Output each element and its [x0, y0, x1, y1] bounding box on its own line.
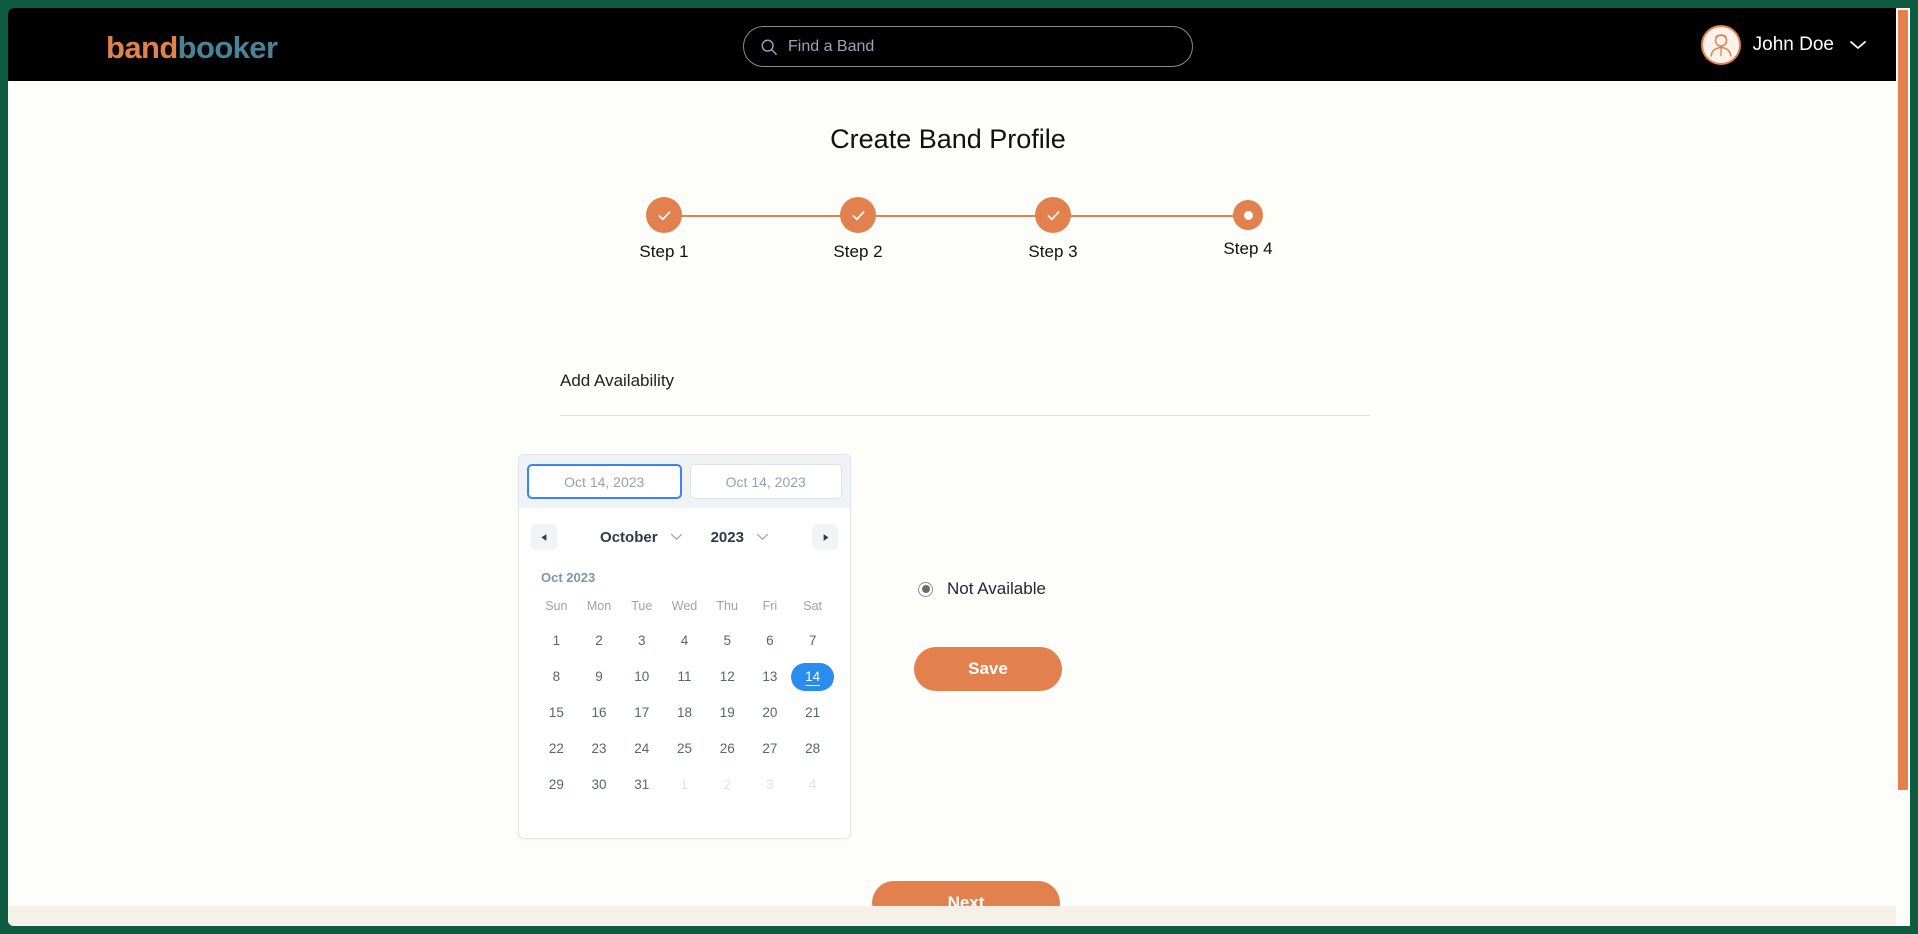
availability-option-row[interactable]: Not Available [918, 579, 1046, 599]
chevron-down-icon [670, 533, 682, 540]
check-icon [1047, 210, 1059, 220]
stepper-step-2-marker[interactable] [840, 197, 876, 233]
search-bar[interactable] [743, 26, 1193, 67]
stepper-step-1[interactable]: Step 1 [636, 191, 692, 262]
calendar-grid: Sun Mon Tue Wed Thu Fri Sat 1 2 3 4 5 6 … [535, 599, 834, 799]
check-icon [658, 210, 670, 220]
calendar-day-outside[interactable]: 2 [706, 771, 749, 799]
top-navigation-bar: bandbooker John Doe [8, 8, 1910, 81]
section-heading: Add Availability [560, 371, 675, 390]
stepper-step-4-label: Step 4 [1223, 239, 1273, 258]
bottom-strip [8, 906, 1910, 926]
stepper-step-4[interactable]: Step 4 [1220, 191, 1276, 259]
stepper-step-3-marker[interactable] [1035, 197, 1071, 233]
search-input[interactable] [788, 37, 1192, 56]
calendar-day[interactable]: 24 [620, 735, 663, 763]
calendar-day[interactable]: 22 [535, 735, 578, 763]
page-title: Create Band Profile [830, 124, 1066, 154]
calendar-day[interactable]: 6 [749, 627, 792, 655]
search-icon [761, 39, 777, 55]
calendar-day[interactable]: 28 [791, 735, 834, 763]
stepper-step-3-label: Step 3 [1028, 242, 1078, 261]
calendar-day[interactable]: 9 [578, 663, 621, 691]
weekday-header: Fri [762, 599, 778, 613]
year-value: 2023 [710, 528, 744, 546]
calendar-day[interactable]: 17 [620, 699, 663, 727]
chevron-down-icon [756, 533, 768, 540]
weekday-header: Mon [586, 599, 612, 613]
calendar-day[interactable]: 5 [706, 627, 749, 655]
stepper-step-2-label: Step 2 [833, 242, 883, 261]
logo-text-booker: booker [177, 30, 278, 65]
stepper-step-1-label: Step 1 [639, 242, 689, 261]
start-date-field[interactable]: Oct 14, 2023 [527, 464, 682, 499]
weekday-header: Wed [671, 599, 698, 613]
stepper-track [664, 215, 1248, 217]
next-month-button[interactable] [812, 524, 838, 550]
logo-text-band: band [106, 30, 178, 65]
calendar-day-selected-value: 14 [805, 669, 821, 686]
calendar-day[interactable]: 11 [663, 663, 706, 691]
user-menu[interactable]: John Doe [1700, 24, 1868, 66]
calendar-day[interactable]: 13 [749, 663, 792, 691]
calendar-day[interactable]: 1 [535, 627, 578, 655]
stepper-step-2[interactable]: Step 2 [830, 191, 886, 262]
calendar-day[interactable]: 16 [578, 699, 621, 727]
calendar-day[interactable]: 27 [749, 735, 792, 763]
weekday-header: Thu [716, 599, 738, 613]
calendar-navigation: October 2023 [519, 508, 850, 566]
calendar-day[interactable]: 2 [578, 627, 621, 655]
stepper-step-4-marker[interactable] [1233, 200, 1263, 230]
calendar-day[interactable]: 18 [663, 699, 706, 727]
app-frame: bandbooker John Doe [8, 8, 1910, 926]
page-content: Create Band Profile Step 1 Step 2 Step 3… [8, 81, 1888, 926]
weekday-header: Sun [545, 599, 568, 613]
end-date-field[interactable]: Oct 14, 2023 [689, 464, 842, 499]
save-button[interactable]: Save [914, 647, 1062, 691]
radio-not-available[interactable] [918, 581, 933, 597]
year-select[interactable]: 2023 [711, 529, 769, 546]
calendar-day[interactable]: 30 [578, 771, 621, 799]
calendar-day[interactable]: 3 [620, 627, 663, 655]
stepper-step-3[interactable]: Step 3 [1025, 191, 1081, 262]
calendar-day[interactable]: 23 [578, 735, 621, 763]
calendar-day[interactable]: 21 [791, 699, 834, 727]
triangle-right-icon [823, 533, 828, 541]
calendar-day-outside[interactable]: 1 [663, 771, 706, 799]
section-divider [560, 415, 1370, 416]
month-value: October [600, 528, 658, 546]
brand-logo[interactable]: bandbooker [106, 30, 278, 66]
calendar-day[interactable]: 31 [620, 771, 663, 799]
check-icon [852, 210, 864, 220]
previous-month-button[interactable] [531, 524, 557, 550]
calendar-day-selected[interactable]: 14 [791, 663, 834, 691]
calendar-caption: Oct 2023 [541, 570, 596, 585]
calendar-day-outside[interactable]: 3 [749, 771, 792, 799]
progress-stepper: Step 1 Step 2 Step 3 Step 4 [636, 191, 1276, 261]
page-scrollbar-thumb[interactable] [1898, 10, 1908, 790]
weekday-header: Sat [803, 599, 823, 613]
user-name-label: John Doe [1752, 34, 1834, 55]
calendar-day[interactable]: 25 [663, 735, 706, 763]
stepper-step-1-marker[interactable] [646, 197, 682, 233]
weekday-header: Tue [631, 599, 653, 613]
calendar-day[interactable]: 19 [706, 699, 749, 727]
triangle-left-icon [541, 533, 546, 541]
calendar-day[interactable]: 7 [791, 627, 834, 655]
date-picker-panel: Oct 14, 2023 Oct 14, 2023 October 2023 O… [518, 454, 851, 839]
user-avatar-icon [1700, 25, 1741, 65]
calendar-day[interactable]: 29 [535, 771, 578, 799]
calendar-day[interactable]: 10 [620, 663, 663, 691]
chevron-down-icon[interactable] [1848, 39, 1868, 51]
calendar-day[interactable]: 12 [706, 663, 749, 691]
radio-not-available-label: Not Available [947, 579, 1046, 598]
calendar-day[interactable]: 15 [535, 699, 578, 727]
calendar-day-outside[interactable]: 4 [791, 771, 834, 799]
calendar-day[interactable]: 4 [663, 627, 706, 655]
calendar-day[interactable]: 26 [706, 735, 749, 763]
calendar-day[interactable]: 8 [535, 663, 578, 691]
date-range-tabs: Oct 14, 2023 Oct 14, 2023 [519, 455, 850, 508]
calendar-day[interactable]: 20 [749, 699, 792, 727]
month-select[interactable]: October [600, 529, 683, 546]
